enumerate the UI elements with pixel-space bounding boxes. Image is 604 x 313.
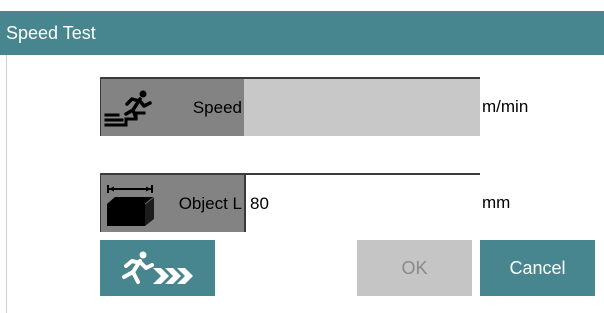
speed-value-field (244, 77, 480, 136)
object-length-label-box: Object L (100, 173, 244, 232)
ok-button[interactable]: OK (357, 240, 472, 296)
window-title: Speed Test (6, 23, 96, 43)
speed-label: Speed (192, 98, 242, 117)
run-test-button[interactable] (100, 240, 215, 296)
cancel-button[interactable]: Cancel (480, 240, 595, 296)
runner-stairs-icon (103, 85, 155, 132)
object-length-input[interactable]: 80 (244, 173, 480, 232)
box-length-icon (104, 182, 156, 233)
dialog-left-border (6, 55, 7, 313)
speed-unit: m/min (482, 97, 529, 116)
speed-label-box: Speed (100, 77, 244, 136)
title-bar: Speed Test (0, 11, 604, 55)
object-length-unit: mm (482, 193, 511, 212)
object-length-label: Object L (178, 194, 242, 213)
run-test-icon (119, 250, 197, 308)
